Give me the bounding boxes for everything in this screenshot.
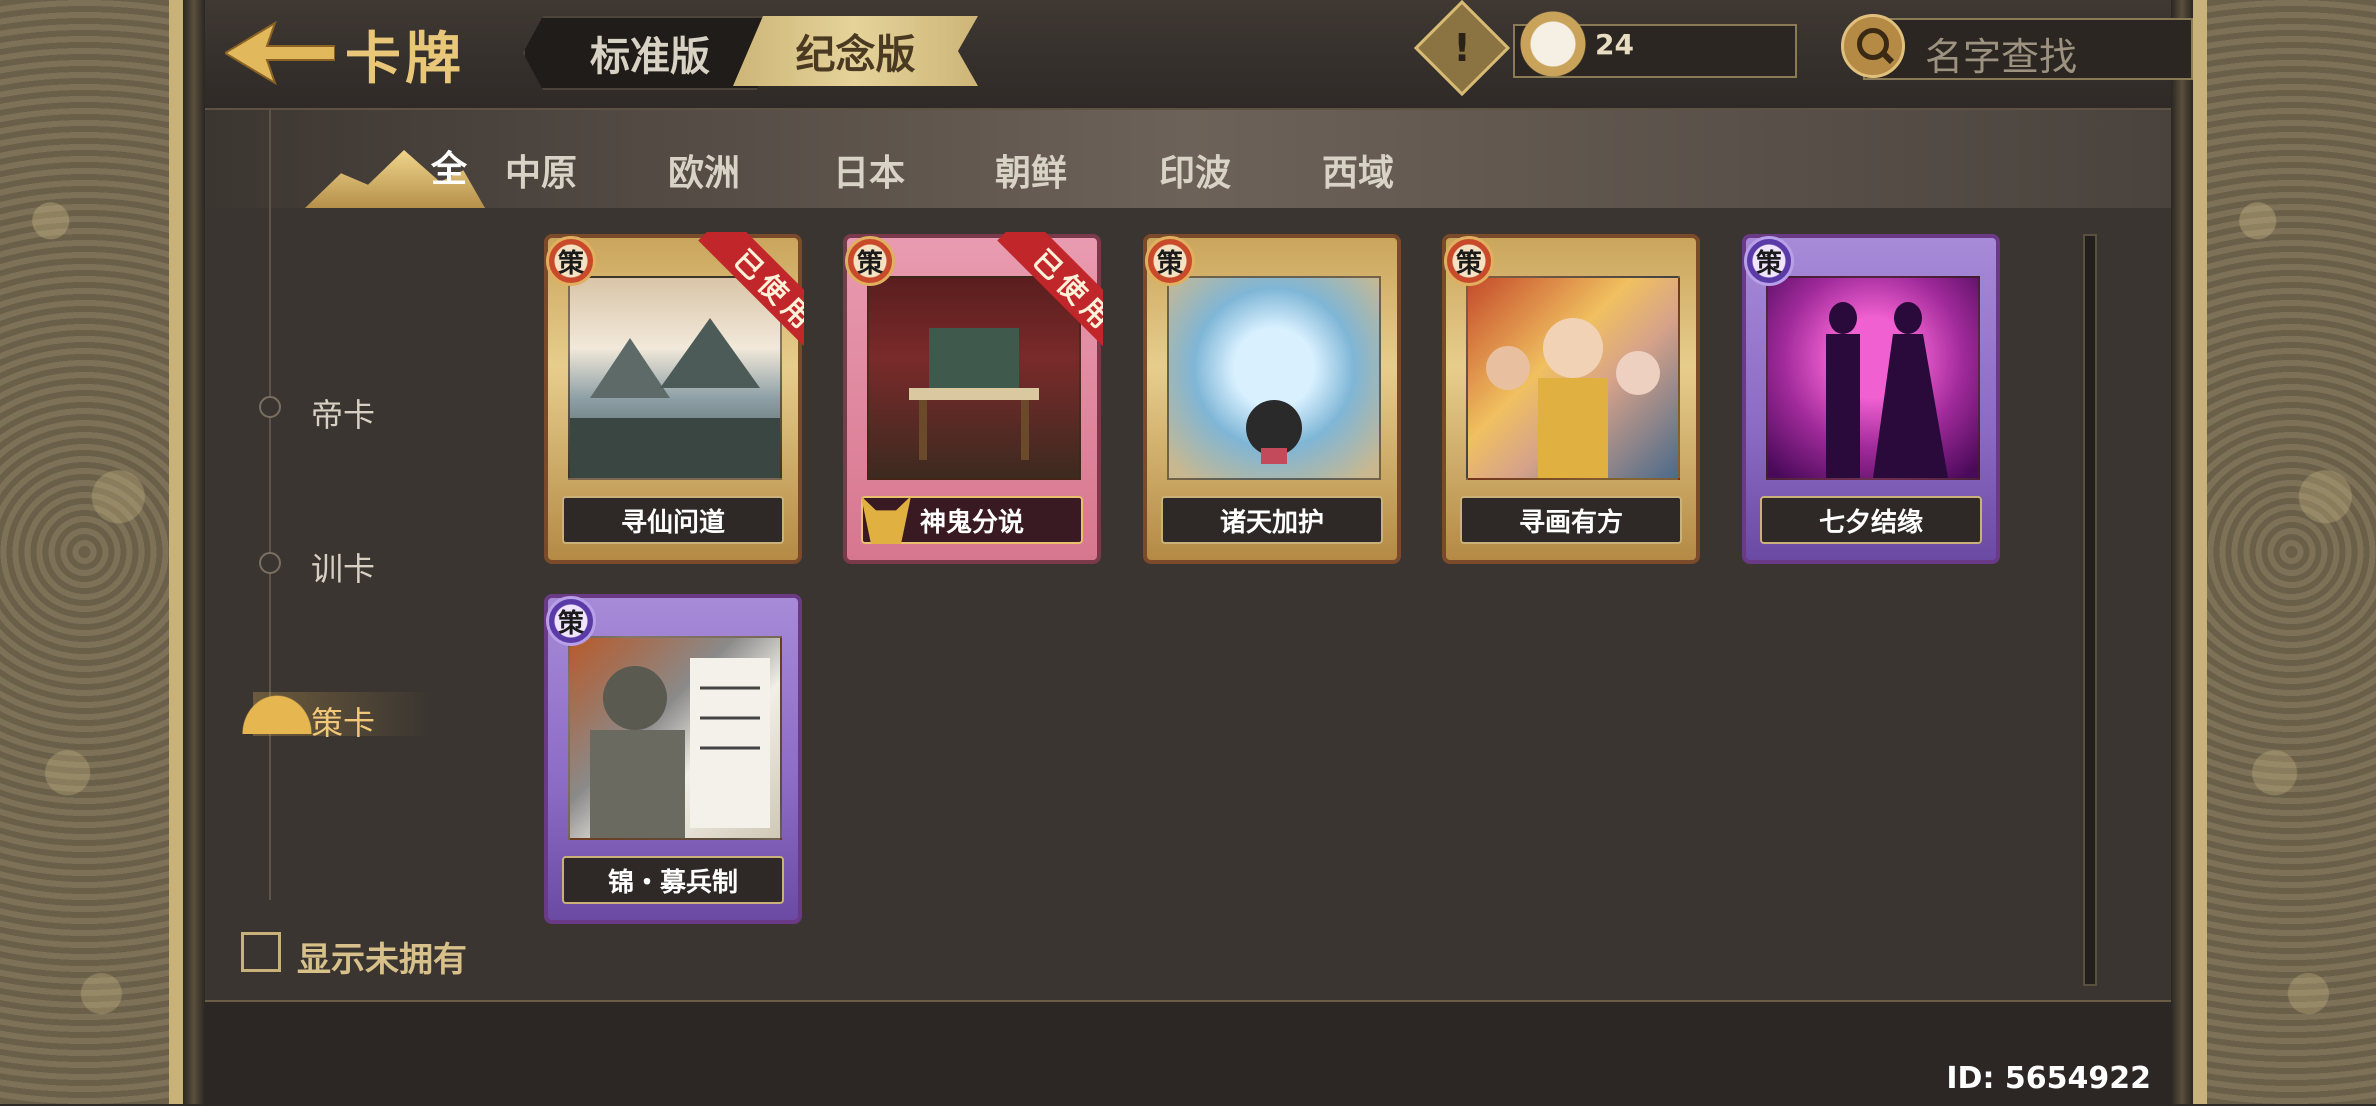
show-unowned-checkbox[interactable] [241, 932, 281, 972]
used-ribbon: 已使用 [674, 232, 804, 362]
region-tab-western-regions[interactable]: 西域 [1322, 144, 1394, 196]
left-decorative-panel [0, 0, 183, 1104]
page-title: 卡牌 [345, 27, 465, 92]
card-type-badge: 策 [845, 236, 895, 286]
card-art [1466, 276, 1680, 480]
region-tab-korea[interactable]: 朝鲜 [995, 144, 1067, 196]
group-portrait-image [1486, 318, 1660, 478]
tab-commemorative-edition[interactable]: 纪念版 [733, 16, 978, 86]
soldier-decree-image [590, 658, 770, 838]
token-count: 24 [1595, 28, 1634, 61]
category-training-card[interactable]: 训卡 [311, 544, 375, 590]
search-icon[interactable] [1841, 14, 1905, 78]
region-tab-zhongyuan[interactable]: 中原 [505, 144, 577, 196]
right-decorative-panel [2193, 0, 2376, 1104]
category-emperor-card[interactable]: 帝卡 [311, 390, 375, 436]
warning-icon[interactable]: ! [1413, 0, 1511, 97]
feather-token-icon [1517, 8, 1597, 88]
category-timeline [269, 110, 271, 900]
card-name: 诸天加护 [1161, 496, 1383, 544]
timeline-dot [259, 396, 281, 418]
region-tabs: 全 中原 欧洲 日本 朝鲜 印波 西域 [205, 110, 2171, 208]
card-item[interactable]: 策 七夕结缘 [1742, 234, 2000, 564]
card-item[interactable]: 策 寻画有方 [1442, 234, 1700, 564]
card-type-badge: 策 [1145, 236, 1195, 286]
category-strategy-card[interactable]: 策卡 [311, 698, 375, 744]
used-ribbon: 已使用 [973, 232, 1103, 362]
region-tab-europe[interactable]: 欧洲 [668, 144, 740, 196]
card-type-badge: 策 [546, 236, 596, 286]
guardian-spirit-image [1246, 400, 1302, 464]
card-item[interactable]: 策 诸天加护 [1143, 234, 1401, 564]
card-type-badge: 策 [546, 596, 596, 646]
card-item[interactable]: 策 已使用 寻仙问道 [544, 232, 804, 564]
back-arrow-icon[interactable] [225, 18, 335, 88]
search-placeholder: 名字查找 [1925, 35, 2078, 79]
lotus-icon [241, 694, 313, 734]
card-name: 锦・募兵制 [562, 856, 784, 904]
card-type-badge: 策 [1444, 236, 1494, 286]
card-type-badge: 策 [1744, 236, 1794, 286]
header-bar: 卡牌 标准版 纪念版 ! 24 名字查找 [205, 0, 2193, 110]
frame-right [2171, 0, 2193, 1104]
user-id: ID: 5654922 [1946, 1061, 2151, 1096]
region-tab-indo-persia[interactable]: 印波 [1159, 144, 1231, 196]
card-art [1167, 276, 1381, 480]
card-art [568, 636, 782, 840]
card-item[interactable]: 策 锦・募兵制 [544, 594, 802, 924]
show-unowned-label[interactable]: 显示未拥有 [297, 932, 467, 981]
card-art [1766, 276, 1980, 480]
card-item[interactable]: 策 已使用 神鬼分说 [843, 232, 1103, 564]
card-list-scrollbar[interactable] [2083, 234, 2097, 986]
card-name: 寻仙问道 [562, 496, 784, 544]
bottom-bar: ID: 5654922 [205, 1000, 2171, 1106]
timeline-dot [259, 552, 281, 574]
card-name: 寻画有方 [1460, 496, 1682, 544]
region-tab-all[interactable]: 全 [431, 140, 467, 192]
card-collection-panel: 卡牌 标准版 纪念版 ! 24 名字查找 全 中原 欧洲 日本 朝鲜 印波 西域… [183, 0, 2193, 1106]
frame-left [183, 0, 205, 1104]
card-name: 七夕结缘 [1760, 496, 1982, 544]
region-tab-japan[interactable]: 日本 [833, 144, 905, 196]
couple-silhouette-image [1826, 302, 1948, 478]
